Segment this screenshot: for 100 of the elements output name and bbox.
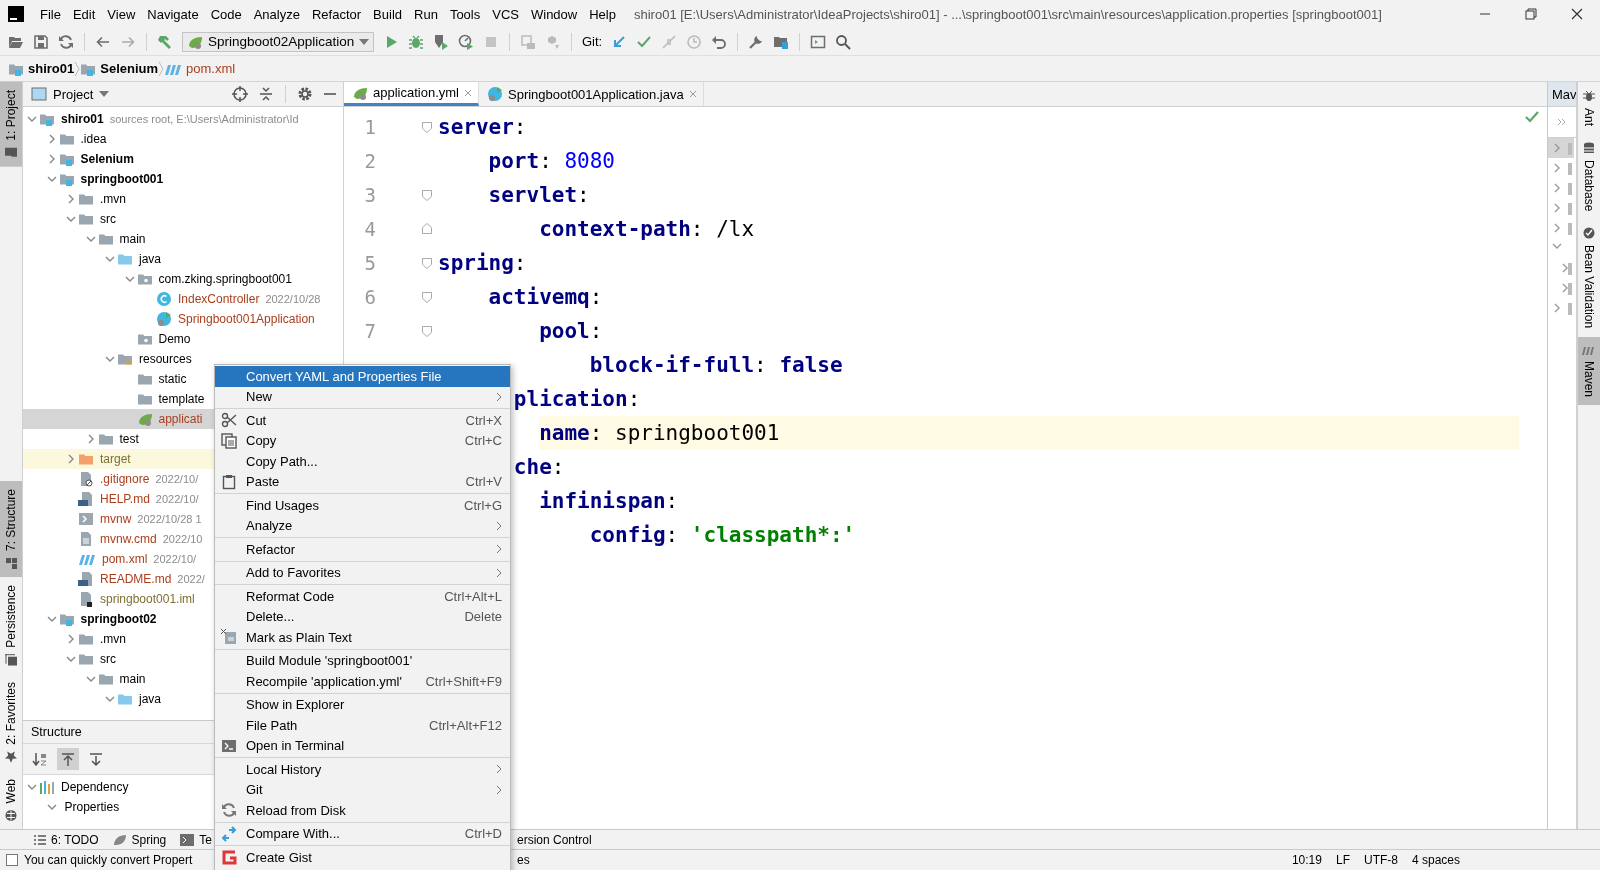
restore-icon[interactable] [1525, 8, 1537, 20]
menu-item[interactable]: Tools [443, 6, 487, 22]
menu-item[interactable]: Analyze [215, 515, 510, 536]
menu-item[interactable]: File [34, 6, 67, 22]
tool-window-tab[interactable]: 1: Project [0, 82, 22, 167]
run-configuration-dropdown[interactable]: Springboot02Application [182, 31, 374, 52]
editor-tab[interactable]: application.yml [344, 82, 479, 106]
tool-window-button[interactable]: ersion Control [517, 832, 592, 847]
tree-item[interactable]: shiro01 sources root, E:\Users\Administrator\Id [23, 109, 343, 129]
menu-item[interactable]: Recompile 'application.yml' Ctrl+Shift+F9 [215, 671, 510, 692]
menu-item[interactable]: Delete... Delete [215, 606, 510, 627]
tool-window-button[interactable]: Spring [112, 832, 167, 847]
menu-item[interactable]: Git [215, 779, 510, 800]
tree-item[interactable]: com.zking.springboot001 [23, 269, 343, 289]
menu-item[interactable]: Local History [215, 759, 510, 780]
sync-icon[interactable] [58, 33, 74, 50]
tool-window-tab[interactable]: Maven [1578, 336, 1600, 405]
tool-window-tab[interactable]: Ant [1578, 82, 1600, 134]
locate-icon[interactable] [232, 86, 248, 102]
editor-tab[interactable]: Springboot001Application.java [479, 82, 704, 106]
arrow-up-icon [60, 751, 76, 767]
coverage-icon[interactable] [433, 33, 449, 50]
star-icon [5, 750, 17, 763]
menu-item[interactable]: Mark as Plain Text [215, 627, 510, 648]
fold-marker-icon[interactable] [421, 223, 433, 235]
fold-marker-icon[interactable] [421, 291, 433, 303]
tree-item[interactable]: src [23, 209, 343, 229]
settings-icon[interactable] [297, 86, 313, 102]
debug-icon[interactable] [408, 33, 424, 50]
status-item[interactable]: 10:19 [1291, 853, 1322, 867]
menu-item[interactable]: Refactor [305, 6, 368, 22]
menu-item[interactable]: Navigate [141, 6, 205, 22]
window-icon[interactable] [810, 33, 827, 50]
code-line: port: 8080 [488, 148, 616, 175]
menu-item[interactable]: Reformat Code Ctrl+Alt+L [215, 586, 510, 607]
menu-item[interactable]: Analyze [247, 6, 306, 22]
more-icon[interactable] [1557, 118, 1567, 126]
menu-item[interactable]: Help [583, 6, 622, 22]
tool-window-tab[interactable]: Web [0, 770, 22, 829]
collapse-all-icon[interactable] [258, 86, 274, 102]
tool-window-button[interactable]: 6: TODO [34, 832, 99, 847]
fold-marker-icon[interactable] [421, 189, 433, 201]
status-item[interactable]: UTF-8 [1363, 853, 1398, 867]
menu-item[interactable]: Code [204, 6, 248, 22]
menu-item[interactable]: Show in Explorer [215, 694, 510, 715]
tree-item[interactable]: resources [23, 349, 343, 369]
menu-item[interactable]: Refactor [215, 539, 510, 560]
search-icon[interactable] [835, 33, 852, 50]
menu-item[interactable]: Compare With... Ctrl+D [215, 823, 510, 844]
menu-item[interactable]: New [215, 386, 510, 407]
fold-marker-icon[interactable] [421, 325, 433, 337]
menu-item[interactable]: Edit [66, 6, 102, 22]
tree-item[interactable]: .mvn [23, 189, 343, 209]
status-item[interactable]: 4 spaces [1411, 853, 1460, 867]
tree-item[interactable]: Selenium [23, 149, 343, 169]
update-arrow-icon[interactable] [611, 33, 628, 50]
tree-item[interactable]: .idea [23, 129, 343, 149]
tree-item[interactable]: Springboot001Application [23, 309, 343, 329]
close-icon[interactable] [1571, 8, 1583, 20]
tool-window-button[interactable]: Te [180, 832, 212, 847]
menu-item[interactable]: Build [367, 6, 408, 22]
fold-marker-icon[interactable] [421, 257, 433, 269]
tree-item[interactable]: springboot001 [23, 169, 343, 189]
menu-item[interactable]: Copy Ctrl+C [215, 430, 510, 451]
wrench-icon[interactable] [748, 33, 765, 50]
menu-item[interactable]: Convert YAML and Properties File [215, 366, 510, 387]
class-icon [156, 291, 172, 307]
breadcrumb[interactable]: pom.xml [164, 60, 236, 77]
project-view-dropdown[interactable]: Project [31, 86, 110, 102]
menu-item[interactable]: Cut Ctrl+X [215, 410, 510, 431]
toolbar-button[interactable] [57, 748, 79, 770]
menu-item[interactable]: Build Module 'springboot001' [215, 650, 510, 671]
status-item[interactable]: LF [1335, 853, 1350, 867]
breadcrumb[interactable]: Selenium [80, 60, 159, 77]
menu-item[interactable]: Find Usages Ctrl+G [215, 495, 510, 516]
menu-item[interactable]: Reload from Disk [215, 800, 510, 821]
globe-icon [5, 809, 17, 821]
fold-marker-icon[interactable] [421, 121, 433, 133]
profiler-icon[interactable] [458, 33, 474, 50]
menu-item[interactable]: Create Gist [215, 847, 510, 868]
tree-item[interactable]: java [23, 249, 343, 269]
menu-item[interactable]: Window [524, 6, 584, 22]
menu-item[interactable]: Run [408, 6, 444, 22]
tree-item[interactable]: Demo [23, 329, 343, 349]
menu-item[interactable]: VCS [486, 6, 525, 22]
menu-item[interactable]: Paste Ctrl+V [215, 471, 510, 492]
tool-window-tab[interactable]: Persistence [0, 577, 22, 674]
tool-window-tab[interactable]: Bean Validation [1578, 219, 1600, 337]
hammer-icon[interactable] [157, 33, 173, 50]
breadcrumb[interactable]: shiro01 [8, 60, 75, 77]
save-icon[interactable] [33, 33, 49, 50]
menu-item[interactable]: View [101, 6, 142, 22]
menu-item[interactable]: Add to Favorites [215, 562, 510, 583]
structure-icon [5, 557, 17, 570]
code-line: context-path: /lx [539, 216, 756, 243]
tool-window-tab[interactable]: Database [1578, 134, 1600, 220]
tool-window-tab[interactable]: 7: Structure [0, 481, 22, 578]
tool-window-tab[interactable]: 2: Favorites [0, 673, 22, 771]
tree-item[interactable]: main [23, 229, 343, 249]
tree-item[interactable]: IndexController 2022/10/28 [23, 289, 343, 309]
